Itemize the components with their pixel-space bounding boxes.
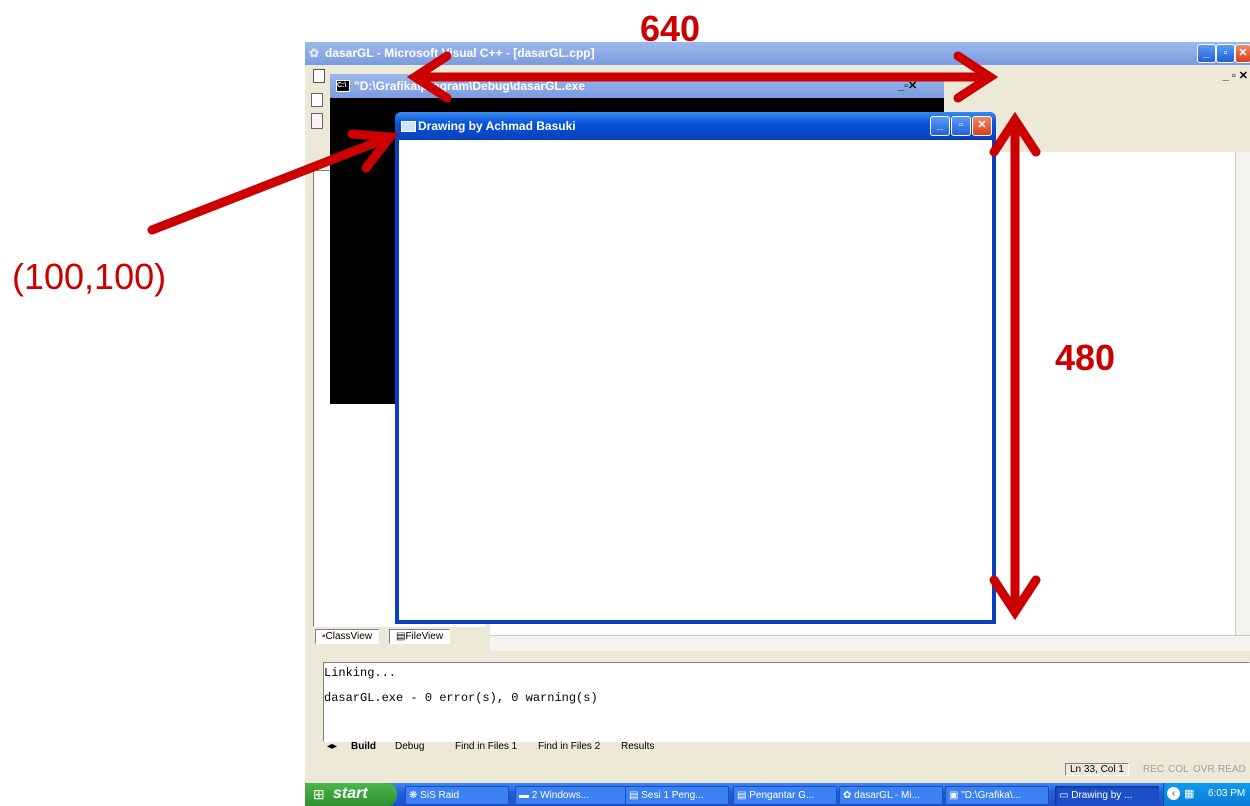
origin-arrow-line [147,132,395,235]
origin-label: (100,100) [12,256,167,297]
height-label: 480 [1055,337,1116,378]
width-label: 640 [640,8,701,49]
annotation-arrows [147,51,1041,621]
